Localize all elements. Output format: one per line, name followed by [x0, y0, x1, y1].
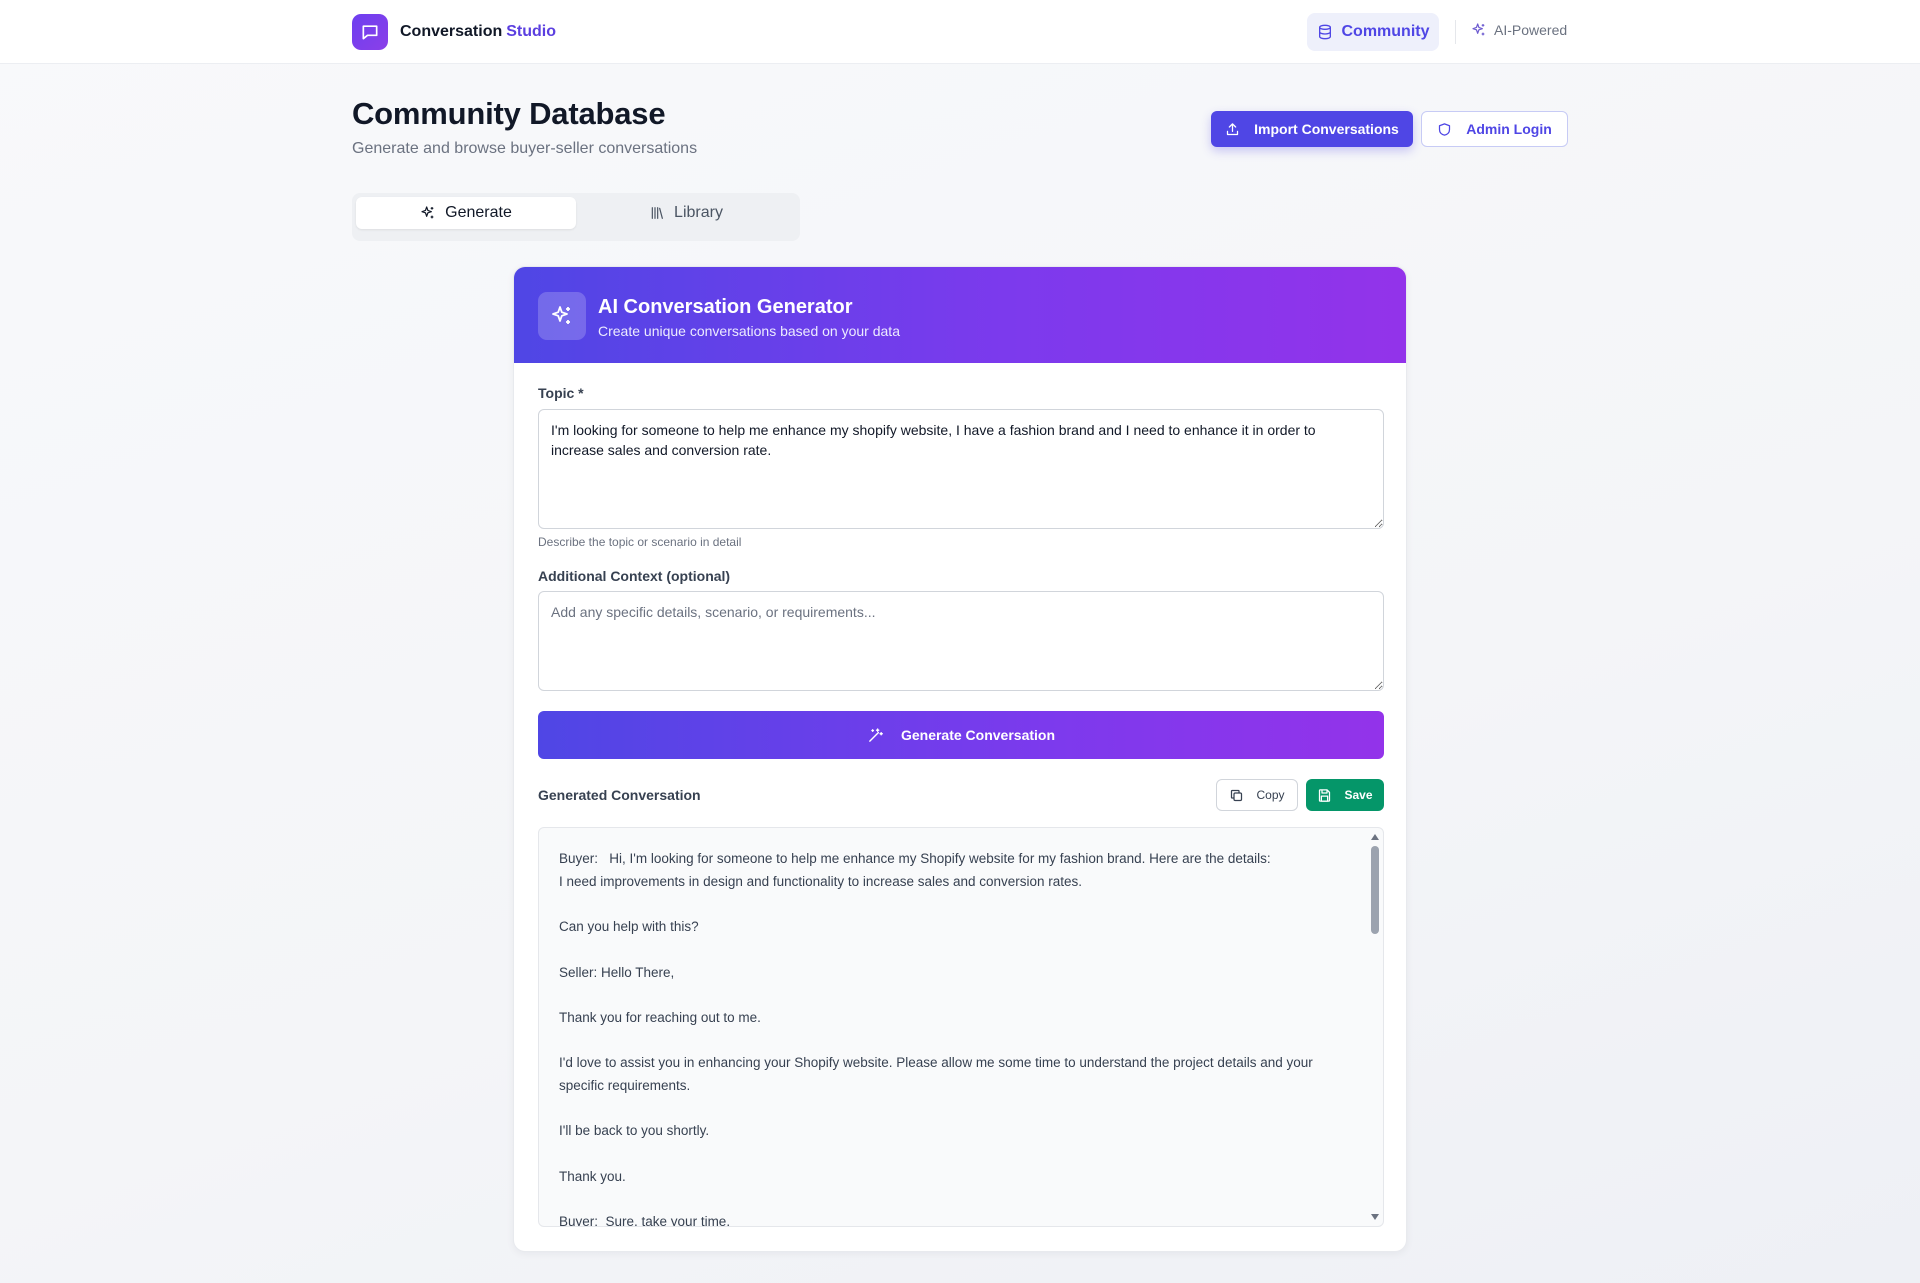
context-label: Additional Context (optional)	[538, 568, 731, 584]
brand-accent: Studio	[506, 23, 557, 40]
top-navbar: Conversation Studio Community AI-Powered	[0, 0, 1920, 64]
ai-powered-label: AI-Powered	[1494, 22, 1568, 38]
page-subtitle: Generate and browse buyer-seller convers…	[352, 140, 698, 157]
tab-generate-label: Generate	[445, 204, 512, 221]
upload-icon	[1227, 122, 1239, 135]
nav-divider	[1455, 20, 1456, 44]
save-label: Save	[1344, 788, 1373, 802]
save-icon	[1319, 788, 1331, 802]
import-conversations-button[interactable]: Import Conversations	[1211, 111, 1413, 147]
generate-conversation-label: Generate Conversation	[900, 727, 1056, 743]
generator-subtitle: Create unique conversations based on you…	[598, 323, 900, 339]
admin-login-label: Admin Login	[1466, 121, 1552, 137]
context-textarea[interactable]	[538, 591, 1384, 691]
brand-name: Conversation Studio	[400, 23, 557, 40]
topic-hint: Describe the topic or scenario in detail	[538, 535, 742, 549]
magic-wand-icon	[869, 727, 883, 742]
import-conversations-label: Import Conversations	[1254, 121, 1399, 137]
generated-conversation-box[interactable]: Buyer: Hi, I'm looking for someone to he…	[538, 827, 1384, 1227]
admin-login-button[interactable]: Admin Login	[1421, 111, 1568, 147]
scroll-up-arrow-icon[interactable]	[1371, 834, 1379, 840]
generate-conversation-button[interactable]: Generate Conversation	[538, 711, 1384, 759]
generator-title: AI Conversation Generator	[598, 296, 853, 318]
sparkles-icon	[538, 292, 586, 340]
copy-button[interactable]: Copy	[1216, 779, 1298, 811]
library-icon	[651, 207, 663, 219]
topic-textarea[interactable]	[538, 409, 1384, 529]
ai-powered-badge: AI-Powered	[1471, 22, 1567, 38]
shield-icon	[1439, 122, 1451, 136]
topic-label: Topic *	[538, 385, 584, 401]
brand[interactable]: Conversation Studio	[352, 14, 556, 50]
scroll-down-arrow-icon[interactable]	[1371, 1214, 1379, 1220]
generator-card-header: AI Conversation Generator Create unique …	[514, 267, 1406, 363]
sparkles-icon	[1472, 23, 1485, 36]
tab-generate[interactable]: Generate	[356, 197, 576, 229]
conversation-scrollbar[interactable]	[1367, 828, 1383, 1226]
save-button[interactable]: Save	[1306, 779, 1384, 811]
generated-conversation-text: Buyer: Hi, I'm looking for someone to he…	[559, 851, 1313, 1227]
nav-community-label: Community	[1341, 23, 1430, 40]
database-icon	[1318, 24, 1331, 40]
copy-icon	[1231, 789, 1243, 801]
page-title: Community Database	[352, 96, 666, 131]
tab-library-label: Library	[674, 204, 723, 221]
generated-conversation-label: Generated Conversation	[538, 787, 701, 803]
chat-bubble-icon	[352, 14, 388, 50]
copy-label: Copy	[1256, 788, 1285, 802]
scrollbar-thumb[interactable]	[1371, 846, 1379, 934]
sparkles-icon	[421, 206, 434, 219]
nav-community-button[interactable]: Community	[1307, 13, 1439, 51]
view-tabs: Generate Library	[352, 193, 800, 241]
tab-library[interactable]: Library	[576, 197, 796, 229]
generator-card: AI Conversation Generator Create unique …	[513, 266, 1407, 1252]
